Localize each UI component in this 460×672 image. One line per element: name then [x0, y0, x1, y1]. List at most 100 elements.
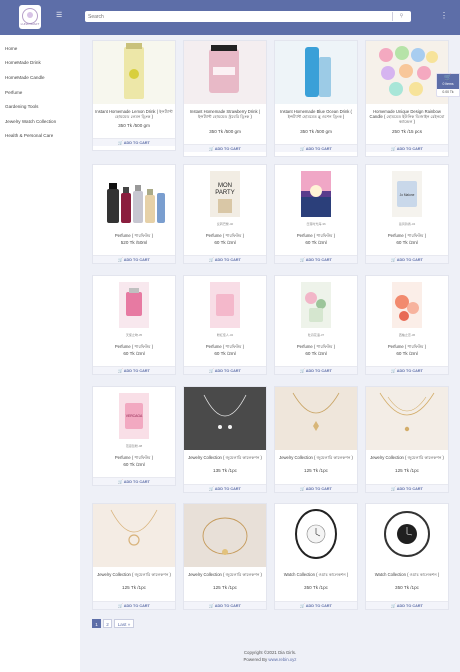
- add-to-cart-button[interactable]: 🛒 ADD TO CART: [93, 603, 175, 608]
- footer: Copyright ©2021 Dia Girls. Powered By ww…: [80, 640, 460, 672]
- add-to-cart-button[interactable]: 🛒 ADD TO CART: [366, 368, 448, 373]
- add-to-cart-button[interactable]: 🛒 ADD TO CART: [366, 603, 448, 608]
- kebab-icon[interactable]: ⋮: [440, 12, 448, 20]
- product-title[interactable]: Perfume ( পারফিউম ): [95, 344, 173, 349]
- cart-icon: 🛒: [118, 141, 123, 145]
- hamburger-icon[interactable]: ☰: [56, 12, 63, 19]
- product-card: 天使之吻-35 Perfume ( পারফিউম ) 60 Tk /2ml 🛒…: [92, 275, 176, 375]
- sidebar-item-gardening-tools[interactable]: Gardening Tools: [5, 104, 38, 109]
- sidebar-item-homemade-candle[interactable]: HomeMade Candle: [5, 75, 45, 80]
- product-image[interactable]: [184, 41, 266, 104]
- add-to-cart-button[interactable]: 🛒 ADD TO CART: [184, 603, 266, 608]
- search-input[interactable]: [88, 12, 388, 21]
- product-image[interactable]: Jo Malone: [366, 165, 448, 228]
- product-image[interactable]: [366, 276, 448, 339]
- add-to-cart-button[interactable]: 🛒 ADD TO CART: [275, 603, 357, 608]
- product-title[interactable]: Perfume ( পারফিউম ): [186, 233, 264, 238]
- add-to-cart-button[interactable]: 🛒 ADD TO CART: [184, 486, 266, 491]
- product-image[interactable]: [184, 276, 266, 339]
- product-title[interactable]: Jewelry Collection ( জুয়েলারি কালেকশন ): [186, 572, 264, 577]
- product-title[interactable]: Watch Collection ( ওয়াচ কালেকশন ): [277, 572, 355, 577]
- product-image[interactable]: [275, 165, 357, 228]
- sidebar-item-perfume[interactable]: Perfume: [5, 90, 22, 95]
- product-image[interactable]: [275, 504, 357, 567]
- product-image-caption: 范思哲粉-08: [125, 444, 143, 448]
- product-card: 日落时光海-36 Perfume ( পারফিউম ) 60 Tk /2ml …: [274, 164, 358, 264]
- product-image[interactable]: [275, 41, 357, 104]
- product-title[interactable]: Watch Collection ( ওয়াচ কালেকশন ): [368, 572, 446, 577]
- product-title[interactable]: Instant Homemade Lemon Drink ( ইন্সট্যান…: [95, 109, 173, 119]
- product-price: 60 Tk /2ml: [214, 240, 236, 245]
- add-to-cart-label: ADD TO CART: [214, 258, 241, 262]
- product-image[interactable]: [366, 504, 448, 567]
- add-to-cart-button[interactable]: 🛒 ADD TO CART: [184, 368, 266, 373]
- page-2-button[interactable]: 2: [103, 619, 112, 628]
- add-to-cart-button[interactable]: 🛒 ADD TO CART: [275, 486, 357, 491]
- product-title[interactable]: Perfume ( পারফিউম ): [368, 344, 446, 349]
- sidebar-item-health-care[interactable]: Health & Personal Care: [5, 133, 53, 137]
- product-image[interactable]: [93, 41, 175, 104]
- product-image[interactable]: [275, 276, 357, 339]
- product-title[interactable]: Jewelry Collection ( জুয়েলারি কালেকশন ): [368, 455, 446, 460]
- product-image[interactable]: [184, 504, 266, 567]
- product-title[interactable]: Perfume ( পারফিউম ): [95, 455, 173, 460]
- product-title[interactable]: Perfume ( পারফিউম ): [95, 233, 173, 238]
- product-title[interactable]: Perfume ( পারফিউম ): [368, 233, 446, 238]
- product-image[interactable]: [184, 387, 266, 450]
- product-price: 135 Tk /1pc: [213, 468, 237, 473]
- product-price: 350 Tk /1pc: [395, 585, 419, 590]
- product-title[interactable]: Jewelry Collection ( জুয়েলারি কালেকশন ): [95, 572, 173, 577]
- product-image[interactable]: [93, 504, 175, 567]
- page-1-button[interactable]: 1: [92, 619, 101, 628]
- add-to-cart-button[interactable]: 🛒 ADD TO CART: [93, 368, 175, 373]
- cart-icon: 🛒: [209, 147, 214, 151]
- product-title[interactable]: Perfume ( পারফিউম ): [277, 233, 355, 238]
- cart-total: 0.00 Tk: [442, 90, 454, 94]
- product-title[interactable]: Homemade Unique Design Rainbow Candle ( …: [368, 109, 446, 125]
- add-to-cart-button[interactable]: 🛒 ADD TO CART: [93, 257, 175, 262]
- add-to-cart-button[interactable]: 🛒 ADD TO CART: [184, 257, 266, 262]
- last-page-button[interactable]: Last »: [114, 619, 134, 628]
- product-title[interactable]: Perfume ( পারফিউম ): [186, 344, 264, 349]
- product-price: 125 Tk /1pc: [304, 468, 328, 473]
- cart-items-count: 0 Items: [442, 82, 454, 86]
- powered-by-link[interactable]: www.rebin.xyz: [268, 657, 296, 662]
- product-card: Instant Homemade Lemon Drink ( ইন্সট্যান…: [92, 40, 176, 151]
- add-to-cart-label: ADD TO CART: [396, 487, 423, 491]
- add-to-cart-button[interactable]: 🛒 ADD TO CART: [275, 257, 357, 262]
- add-to-cart-button[interactable]: 🛒 ADD TO CART: [184, 146, 266, 151]
- product-title[interactable]: Instant Homemade Blue Ocean Drink ( ইন্স…: [277, 109, 355, 119]
- cart-row: 🛒 ADD TO CART: [93, 601, 175, 609]
- product-title[interactable]: Perfume ( পারফিউম ): [277, 344, 355, 349]
- cart-icon: 🛒: [209, 487, 214, 491]
- product-card: Jewelry Collection ( জুয়েলারি কালেকশন )…: [183, 503, 267, 610]
- floating-cart[interactable]: 🛒 0 Items 0.00 Tk: [436, 73, 460, 97]
- product-image[interactable]: VERCAGA: [93, 387, 175, 450]
- add-to-cart-button[interactable]: 🛒 ADD TO CART: [275, 146, 357, 151]
- product-image[interactable]: [93, 276, 175, 339]
- add-to-cart-button[interactable]: 🛒 ADD TO CART: [93, 479, 175, 484]
- add-to-cart-label: ADD TO CART: [396, 369, 423, 373]
- product-image[interactable]: [93, 165, 175, 228]
- svg-text:Jo Malone: Jo Malone: [400, 193, 415, 197]
- sidebar-item-home[interactable]: Home: [5, 46, 17, 51]
- add-to-cart-button[interactable]: 🛒 ADD TO CART: [93, 140, 175, 145]
- add-to-cart-button[interactable]: 🛒 ADD TO CART: [275, 368, 357, 373]
- product-image[interactable]: [366, 387, 448, 450]
- add-to-cart-button[interactable]: 🛒 ADD TO CART: [366, 146, 448, 151]
- add-to-cart-label: ADD TO CART: [214, 147, 241, 151]
- cart-icon: 🛒: [391, 604, 396, 608]
- cart-icon: 🛒: [209, 258, 214, 262]
- search-icon[interactable]: ⚲: [392, 12, 410, 21]
- add-to-cart-button[interactable]: 🛒 ADD TO CART: [366, 257, 448, 262]
- product-title[interactable]: Jewelry Collection ( জুয়েলারি কালেকশন ): [277, 455, 355, 460]
- sidebar-item-homemade-drink[interactable]: HomeMade Drink: [5, 60, 41, 65]
- site-logo[interactable]: LUNA CRAFT: [19, 5, 41, 29]
- product-image[interactable]: MON PARTY: [184, 165, 266, 228]
- sidebar-item-jewelry-watch[interactable]: Jewelry Watch Collection: [5, 119, 56, 124]
- product-title[interactable]: Instant Homemade Strawberry Drink ( ইন্স…: [186, 109, 264, 119]
- product-image[interactable]: [275, 387, 357, 450]
- add-to-cart-button[interactable]: 🛒 ADD TO CART: [366, 486, 448, 491]
- product-card: 粉红佳人-32 Perfume ( পারফিউম ) 60 Tk /2ml 🛒…: [183, 275, 267, 375]
- product-title[interactable]: Jewelry Collection ( জুয়েলারি কালেকশন ): [186, 455, 264, 460]
